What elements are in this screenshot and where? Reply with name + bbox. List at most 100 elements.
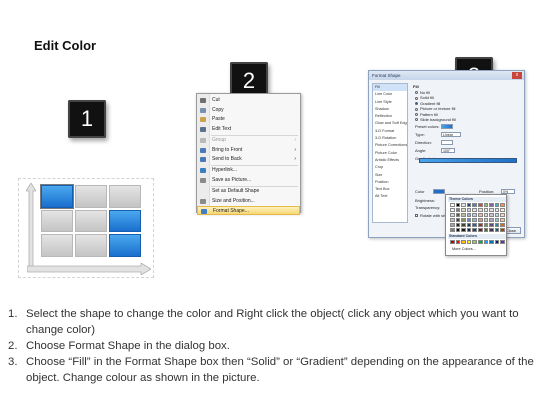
preset-colors-dropdown[interactable] bbox=[441, 124, 453, 129]
color-swatch[interactable] bbox=[455, 218, 461, 222]
color-swatch[interactable] bbox=[494, 218, 500, 222]
color-swatch[interactable] bbox=[472, 203, 477, 207]
color-swatch[interactable] bbox=[472, 240, 477, 244]
color-swatch[interactable] bbox=[461, 213, 466, 217]
menu-item-group[interactable]: Group › bbox=[197, 136, 300, 145]
color-swatch[interactable] bbox=[489, 203, 494, 207]
color-swatch[interactable] bbox=[500, 218, 505, 222]
color-swatch[interactable] bbox=[461, 240, 466, 244]
color-swatch[interactable] bbox=[455, 228, 461, 232]
category-item[interactable]: Position bbox=[373, 179, 407, 186]
color-swatch[interactable] bbox=[489, 208, 494, 212]
color-swatch[interactable] bbox=[450, 213, 455, 217]
close-icon[interactable]: x bbox=[512, 72, 522, 79]
color-swatch[interactable] bbox=[489, 240, 494, 244]
color-swatch[interactable] bbox=[483, 218, 489, 222]
color-swatch[interactable] bbox=[500, 213, 505, 217]
color-swatch[interactable] bbox=[489, 223, 494, 227]
color-swatch[interactable] bbox=[450, 208, 455, 212]
menu-item-copy[interactable]: Copy bbox=[197, 106, 300, 115]
gradient-stops-bar[interactable] bbox=[419, 158, 517, 163]
color-swatch[interactable] bbox=[500, 228, 505, 232]
category-item[interactable]: Alt Text bbox=[373, 193, 407, 200]
menu-item-bring-to-front[interactable]: Bring to Front › bbox=[197, 146, 300, 155]
color-swatch[interactable] bbox=[483, 228, 489, 232]
shape-cell[interactable] bbox=[75, 234, 107, 257]
color-swatch[interactable] bbox=[472, 218, 477, 222]
fill-option-radio[interactable]: No fill bbox=[415, 90, 430, 95]
shape-cell[interactable] bbox=[41, 209, 73, 233]
category-item[interactable]: Crop bbox=[373, 164, 407, 171]
color-swatch[interactable] bbox=[500, 240, 505, 244]
color-swatch[interactable] bbox=[483, 240, 489, 244]
fill-option-radio[interactable]: Gradient fill bbox=[415, 101, 440, 106]
color-swatch[interactable] bbox=[477, 203, 483, 207]
color-swatch[interactable] bbox=[450, 203, 455, 207]
color-swatch[interactable] bbox=[461, 203, 466, 207]
fill-option-radio[interactable]: Slide background fill bbox=[415, 117, 456, 122]
color-swatch[interactable] bbox=[461, 208, 466, 212]
color-swatch[interactable] bbox=[461, 223, 466, 227]
color-swatch[interactable] bbox=[477, 208, 483, 212]
color-swatch[interactable] bbox=[455, 203, 461, 207]
shape-cell[interactable] bbox=[109, 185, 141, 208]
color-swatch[interactable] bbox=[466, 223, 472, 227]
color-swatch[interactable] bbox=[466, 208, 472, 212]
color-swatch[interactable] bbox=[450, 223, 455, 227]
category-item[interactable]: 3-D Format bbox=[373, 128, 407, 135]
menu-item-save-as-picture[interactable]: Save as Picture... bbox=[197, 176, 300, 185]
color-swatch[interactable] bbox=[466, 218, 472, 222]
angle-input[interactable]: 100° bbox=[441, 148, 455, 153]
color-swatch[interactable] bbox=[461, 218, 466, 222]
shape-cell[interactable] bbox=[40, 184, 74, 209]
color-swatch[interactable] bbox=[483, 213, 489, 217]
category-item[interactable]: Glow and Soft Edges bbox=[373, 120, 407, 127]
shape-cell[interactable] bbox=[75, 185, 107, 208]
color-swatch[interactable] bbox=[455, 240, 461, 244]
color-swatch[interactable] bbox=[461, 228, 466, 232]
category-item[interactable]: Line Style bbox=[373, 99, 407, 106]
menu-item-send-to-back[interactable]: Send to Back › bbox=[197, 155, 300, 164]
color-swatch[interactable] bbox=[500, 223, 505, 227]
color-swatch[interactable] bbox=[494, 240, 500, 244]
shape-cell[interactable] bbox=[41, 234, 73, 257]
category-item[interactable]: Shadow bbox=[373, 106, 407, 113]
fill-option-radio[interactable]: Solid fill bbox=[415, 95, 434, 100]
color-swatch[interactable] bbox=[455, 208, 461, 212]
color-swatch[interactable] bbox=[450, 228, 455, 232]
menu-item-hyperlink[interactable]: Hyperlink... bbox=[197, 166, 300, 175]
color-swatch[interactable] bbox=[477, 218, 483, 222]
color-swatch[interactable] bbox=[500, 203, 505, 207]
color-swatch[interactable] bbox=[466, 240, 472, 244]
color-swatch[interactable] bbox=[472, 223, 477, 227]
fill-option-radio[interactable]: Pattern fill bbox=[415, 112, 438, 117]
menu-item-format-shape[interactable]: Format Shape... bbox=[197, 206, 300, 216]
direction-dropdown[interactable] bbox=[441, 140, 453, 145]
color-swatch[interactable] bbox=[483, 203, 489, 207]
color-swatch[interactable] bbox=[477, 213, 483, 217]
menu-item-set-as-default-shape[interactable]: Set as Default Shape bbox=[197, 187, 300, 196]
color-swatch[interactable] bbox=[472, 228, 477, 232]
color-swatch[interactable] bbox=[455, 213, 461, 217]
category-item[interactable]: Line Color bbox=[373, 91, 407, 98]
category-item[interactable]: Text Box bbox=[373, 186, 407, 193]
type-dropdown[interactable]: Linear bbox=[441, 132, 461, 137]
color-swatch[interactable] bbox=[455, 223, 461, 227]
color-swatch[interactable] bbox=[500, 208, 505, 212]
color-picker-button[interactable] bbox=[433, 189, 445, 194]
fill-option-radio[interactable]: Picture or texture fill bbox=[415, 106, 455, 111]
color-swatch[interactable] bbox=[489, 218, 494, 222]
color-swatch[interactable] bbox=[472, 208, 477, 212]
color-swatch[interactable] bbox=[477, 228, 483, 232]
color-swatch[interactable] bbox=[477, 240, 483, 244]
shape-cell[interactable] bbox=[75, 209, 107, 233]
category-item[interactable]: Picture Color bbox=[373, 150, 407, 157]
color-swatch[interactable] bbox=[450, 218, 455, 222]
menu-item-size-and-position[interactable]: Size and Position... bbox=[197, 197, 300, 206]
color-swatch[interactable] bbox=[489, 228, 494, 232]
category-item[interactable]: Size bbox=[373, 172, 407, 179]
color-swatch[interactable] bbox=[466, 203, 472, 207]
color-swatch[interactable] bbox=[477, 223, 483, 227]
shape-cell[interactable] bbox=[109, 234, 141, 257]
menu-item-paste[interactable]: Paste bbox=[197, 115, 300, 124]
